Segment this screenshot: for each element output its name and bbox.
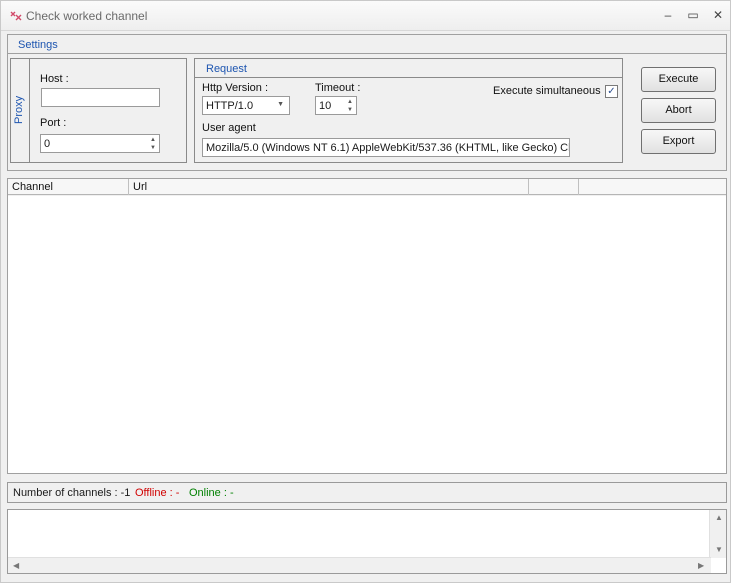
execute-simultaneous-checkbox[interactable]: ✓ xyxy=(605,85,618,98)
timeout-input[interactable]: 10 ▲ ▼ xyxy=(315,96,357,115)
column-header-channel[interactable]: Channel xyxy=(8,179,129,195)
column-header-3[interactable] xyxy=(529,179,579,195)
http-version-select[interactable]: HTTP/1.0 ▼ xyxy=(202,96,290,115)
export-button[interactable]: Export xyxy=(641,129,716,154)
proxy-divider xyxy=(29,59,30,162)
settings-divider xyxy=(8,53,726,54)
close-button[interactable]: ✕ xyxy=(709,7,727,23)
port-value: 0 xyxy=(44,138,51,150)
window-title: Check worked channel xyxy=(26,9,148,23)
log-textarea[interactable]: ▲ ▼ ◀ ▶ xyxy=(7,509,727,574)
user-agent-label: User agent xyxy=(202,122,256,134)
app-icon xyxy=(10,11,22,21)
request-divider xyxy=(195,77,622,78)
scroll-down-icon[interactable]: ▼ xyxy=(715,545,723,554)
horizontal-scrollbar[interactable]: ◀ ▶ xyxy=(8,557,711,573)
request-title: Request xyxy=(206,63,247,75)
main-window: Check worked channel – ▭ ✕ Settings Prox… xyxy=(0,0,731,583)
settings-title: Settings xyxy=(18,39,58,51)
host-label: Host : xyxy=(40,73,69,85)
checkmark-icon: ✓ xyxy=(607,86,616,97)
online-count: Online : - xyxy=(189,487,234,499)
timeout-label: Timeout : xyxy=(315,82,361,94)
execute-simultaneous-label: Execute simultaneous xyxy=(493,85,601,97)
scroll-right-icon[interactable]: ▶ xyxy=(698,561,704,570)
timeout-value: 10 xyxy=(319,100,332,112)
title-bar: Check worked channel – ▭ ✕ xyxy=(1,1,730,31)
port-input[interactable]: 0 ▲ ▼ xyxy=(40,134,160,153)
abort-button[interactable]: Abort xyxy=(641,98,716,123)
grid-header: Channel Url xyxy=(8,179,726,195)
scroll-up-icon[interactable]: ▲ xyxy=(715,513,723,522)
column-header-4[interactable] xyxy=(579,179,726,195)
http-version-label: Http Version : xyxy=(202,82,269,94)
offline-count: Offline : - xyxy=(135,487,180,499)
spinner-arrows-icon[interactable]: ▲ ▼ xyxy=(148,136,158,152)
chevron-down-icon: ▼ xyxy=(277,101,284,108)
user-agent-input[interactable]: Mozilla/5.0 (Windows NT 6.1) AppleWebKit… xyxy=(202,138,570,157)
proxy-label: Proxy xyxy=(13,95,25,124)
vertical-scrollbar[interactable]: ▲ ▼ xyxy=(709,510,726,558)
scroll-left-icon[interactable]: ◀ xyxy=(13,561,19,570)
http-version-value: HTTP/1.0 xyxy=(206,100,254,112)
spinner-arrows-icon[interactable]: ▲ ▼ xyxy=(345,98,355,114)
minimize-button[interactable]: – xyxy=(659,7,677,23)
channel-count: Number of channels : -1 xyxy=(13,487,131,499)
column-header-url[interactable]: Url xyxy=(129,179,529,195)
execute-button[interactable]: Execute xyxy=(641,67,716,92)
status-bar: Number of channels : -1 Offline : - Onli… xyxy=(7,482,727,503)
grid-body[interactable] xyxy=(8,196,726,473)
maximize-button[interactable]: ▭ xyxy=(684,7,702,23)
port-label: Port : xyxy=(40,117,67,129)
host-input[interactable] xyxy=(41,88,160,107)
